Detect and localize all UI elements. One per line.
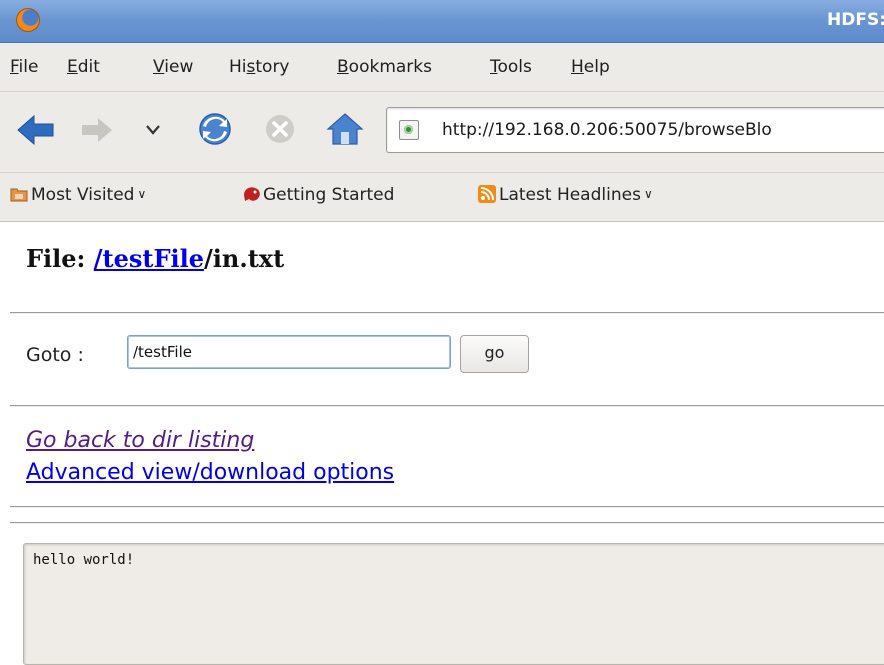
bookmark-label: Most Visited [31,185,135,205]
file-contents-textarea[interactable]: hello world! [23,543,884,665]
advanced-options-link[interactable]: Advanced view/download options [26,460,394,485]
menu-edit[interactable]: Edit [67,57,100,77]
chevron-down-icon: ∨ [137,187,147,201]
menu-help[interactable]: Help [571,57,610,77]
divider [10,405,884,407]
page-content: File: /testFile/in.txt Goto : go Go back… [0,222,884,665]
menu-file[interactable]: File [10,57,38,77]
bookmark-label: Latest Headlines [499,185,641,205]
home-icon[interactable] [326,112,364,150]
menu-view[interactable]: View [153,57,193,77]
url-text[interactable]: http://192.168.0.206:50075/browseBlo [442,120,772,140]
bookmark-most-visited[interactable]: Most Visited ∨ [10,185,146,205]
goto-input[interactable] [127,335,451,369]
stop-icon [264,113,296,149]
bookmark-getting-started[interactable]: Getting Started [242,185,394,205]
back-arrow-icon[interactable] [16,113,56,151]
go-button[interactable]: go [460,335,529,373]
window-title: HDFS: [827,10,884,30]
directory-link[interactable]: /testFile [94,244,204,273]
divider [10,522,884,524]
url-bar[interactable]: http://192.168.0.206:50075/browseBlo [386,107,884,153]
bookmarks-toolbar: Most Visited ∨ Getting Started Latest Hea… [0,173,884,222]
menu-history[interactable]: History [229,57,290,77]
firefox-logo-icon[interactable] [16,8,40,32]
navigation-toolbar: http://192.168.0.206:50075/browseBlo [0,92,884,173]
title-bar: HDFS: [0,0,884,43]
history-dropdown-icon[interactable] [145,122,161,141]
heading-prefix: File: [26,244,94,273]
divider [10,506,884,508]
chevron-down-icon: ∨ [643,187,653,201]
rss-feed-icon [478,185,496,203]
bookmark-label: Getting Started [263,185,395,205]
folder-icon [10,185,28,203]
bookmark-latest-headlines[interactable]: Latest Headlines ∨ [478,185,653,205]
back-to-dir-listing-link[interactable]: Go back to dir listing [26,428,254,453]
site-identity-icon[interactable] [399,120,419,140]
heading-file-name: /in.txt [204,244,285,273]
menu-bookmarks[interactable]: Bookmarks [337,57,432,77]
page-title: File: /testFile/in.txt [26,244,284,273]
forward-arrow-icon [80,115,114,149]
getting-started-icon [242,185,260,203]
goto-label: Goto : [26,344,84,366]
file-contents-text: hello world! [33,552,135,568]
reload-icon[interactable] [197,110,233,152]
divider [10,312,884,314]
menu-bar: File Edit View History Bookmarks Tools H… [0,43,884,92]
menu-tools[interactable]: Tools [490,57,532,77]
